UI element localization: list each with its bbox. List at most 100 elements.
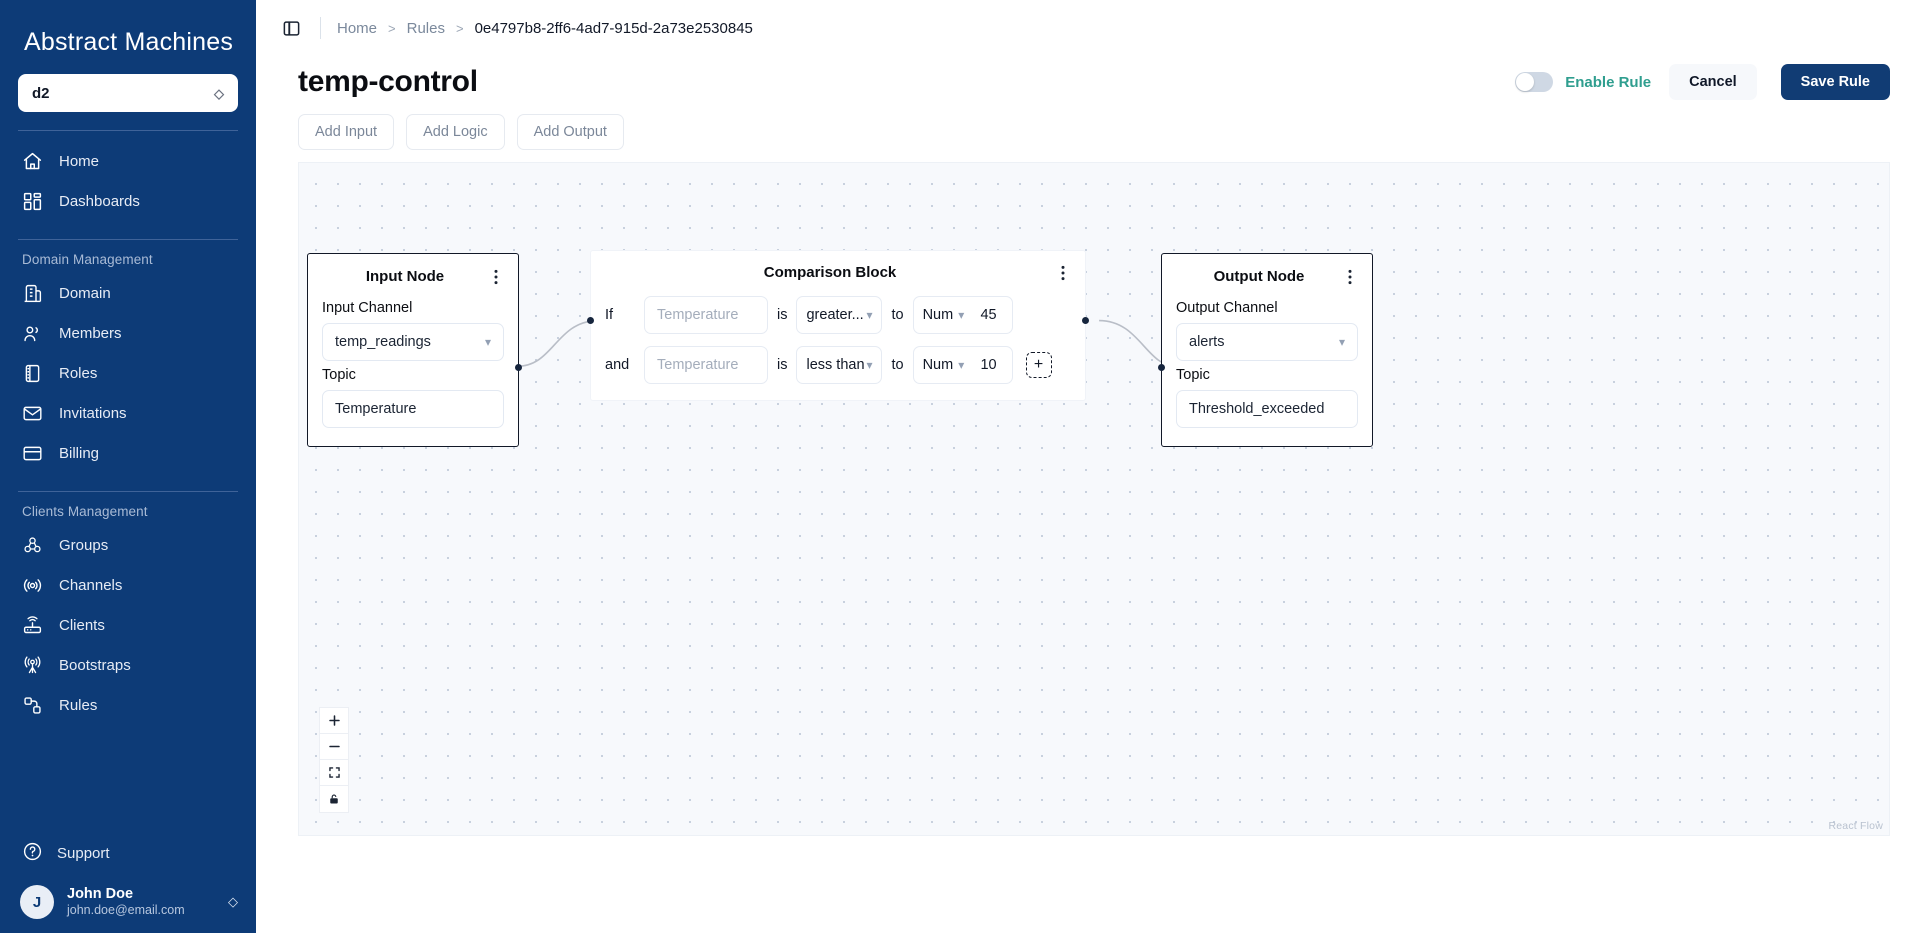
output-node-title: Output Node	[1213, 268, 1305, 285]
condition-field-input[interactable]: Temperature	[644, 296, 768, 334]
condition-value-group: Num ▾ 10	[912, 346, 1013, 384]
add-condition-button[interactable]: +	[1025, 352, 1052, 378]
enable-rule-toggle[interactable]	[1515, 72, 1554, 92]
users-icon	[22, 323, 43, 344]
input-channel-label: Input Channel	[322, 300, 413, 316]
sidebar-item-dashboards[interactable]: Dashboards	[0, 181, 256, 221]
envelope-icon	[22, 403, 43, 424]
add-input-button[interactable]: Add Input	[298, 114, 395, 150]
input-topic-field[interactable]: Temperature	[322, 390, 504, 428]
react-flow-attribution: React Flow	[1828, 820, 1883, 832]
page-title: temp-control	[298, 65, 478, 98]
condition-value-type-select[interactable]: Num ▾	[923, 357, 965, 373]
output-channel-select[interactable]: alerts ▾	[1176, 323, 1358, 361]
avatar: J	[20, 885, 54, 919]
sidebar-item-billing[interactable]: Billing	[0, 433, 256, 473]
add-output-button[interactable]: Add Output	[516, 114, 624, 150]
comparison-block-title: Comparison Block	[763, 264, 897, 281]
comparison-block[interactable]: Comparison Block If Temperature is great…	[587, 251, 1089, 400]
sidebar-item-label: Home	[59, 152, 100, 170]
enable-rule-group: Enable Rule	[1515, 72, 1651, 92]
user-menu[interactable]: J John Doe john.doe@email.com ◇	[0, 873, 256, 919]
sidebar-item-support[interactable]: Support	[0, 833, 256, 873]
output-channel-label: Output Channel	[1176, 300, 1278, 316]
sidebar-item-groups[interactable]: Groups	[0, 525, 256, 565]
topbar-separator	[320, 17, 321, 39]
sidebar-item-members[interactable]: Members	[0, 313, 256, 353]
input-node-output-handle[interactable]	[515, 364, 522, 371]
output-channel-value: alerts	[1189, 334, 1225, 350]
cancel-button[interactable]: Cancel	[1669, 64, 1757, 100]
antenna-icon	[22, 655, 43, 676]
sidebar-item-channels[interactable]: Channels	[0, 565, 256, 605]
input-channel-select[interactable]: temp_readings ▾	[322, 323, 504, 361]
condition-operator-select[interactable]: less than ▾	[796, 346, 883, 384]
condition-value-type-select[interactable]: Num ▾	[923, 307, 965, 323]
sidebar-item-domain[interactable]: Domain	[0, 273, 256, 313]
user-email: john.doe@email.com	[67, 903, 185, 918]
page-header: temp-control Enable Rule Cancel Save Rul…	[256, 56, 1920, 100]
sidebar-item-roles[interactable]: Roles	[0, 353, 256, 393]
condition-value-input[interactable]: 45	[980, 307, 1002, 323]
chevron-down-icon: ▾	[958, 308, 965, 322]
sidebar-item-invitations[interactable]: Invitations	[0, 393, 256, 433]
condition-value-input[interactable]: 10	[980, 357, 1002, 373]
sidebar-item-rules[interactable]: Rules	[0, 685, 256, 725]
domain-selector[interactable]: d2 ◇	[18, 74, 238, 112]
sidebar-item-label: Groups	[59, 536, 109, 554]
kebab-menu-icon[interactable]	[488, 268, 504, 286]
sidebar-section-domain-management: Domain Management	[22, 252, 153, 267]
condition-operator-select[interactable]: greater... ▾	[796, 296, 883, 334]
output-topic-field[interactable]: Threshold_exceeded	[1176, 390, 1358, 428]
lock-button[interactable]	[320, 786, 348, 812]
condition-value-type: Num	[922, 357, 954, 373]
chevron-down-icon: ▾	[484, 335, 491, 349]
comparison-input-handle[interactable]	[587, 317, 594, 324]
save-rule-button[interactable]: Save Rule	[1780, 64, 1890, 100]
breadcrumb-separator: >	[455, 20, 464, 36]
comparison-output-handle[interactable]	[1082, 317, 1089, 324]
broadcast-icon	[22, 575, 43, 596]
sidebar-item-label: Channels	[59, 576, 123, 594]
node-toolbar: Add Input Add Logic Add Output	[256, 100, 1920, 162]
user-name: John Doe	[67, 886, 134, 903]
sidebar-footer: Support J John Doe john.doe@email.com ◇	[0, 833, 256, 933]
sidebar-item-label: Dashboards	[59, 192, 140, 210]
flow-edges	[516, 319, 1177, 368]
output-node-input-handle[interactable]	[1158, 364, 1165, 371]
sidebar-item-label: Clients	[59, 616, 105, 634]
condition-rows: If Temperature is greater... ▾ to Num ▾ …	[591, 286, 1085, 400]
panel-left-icon[interactable]	[280, 17, 302, 39]
input-topic-label: Topic	[322, 367, 356, 383]
sidebar-nav-top: Home Dashboards	[0, 131, 256, 221]
chevron-down-icon: ▾	[866, 308, 873, 322]
main-content: Home > Rules > 0e4797b8-2ff6-4ad7-915d-2…	[256, 0, 1920, 933]
sidebar-item-home[interactable]: Home	[0, 141, 256, 181]
input-node-title: Input Node	[365, 268, 445, 285]
breadcrumb-item-rules[interactable]: Rules	[407, 20, 445, 37]
credit-card-icon	[22, 443, 43, 464]
chevron-updown-icon: ◇	[214, 85, 224, 101]
sidebar-item-clients[interactable]: Clients	[0, 605, 256, 645]
breadcrumb-item-home[interactable]: Home	[337, 20, 377, 37]
kebab-menu-icon[interactable]	[1342, 268, 1358, 286]
flow-canvas[interactable]: Input Node Input Channel temp_readings ▾…	[298, 162, 1890, 836]
output-node[interactable]: Output Node Output Channel alerts ▾ Topi…	[1158, 253, 1373, 447]
canvas-controls	[319, 707, 349, 813]
breadcrumb-separator: >	[388, 20, 396, 36]
zoom-out-button[interactable]	[320, 734, 348, 760]
condition-connector: and	[605, 357, 630, 373]
chevron-down-icon: ▾	[1338, 335, 1345, 349]
sidebar-item-bootstraps[interactable]: Bootstraps	[0, 645, 256, 685]
add-logic-button[interactable]: Add Logic	[406, 114, 505, 150]
condition-operator-value: less than	[806, 357, 865, 373]
canvas-wrapper: Input Node Input Channel temp_readings ▾…	[256, 162, 1920, 933]
dashboards-icon	[22, 191, 43, 212]
zoom-in-button[interactable]	[320, 708, 348, 734]
condition-field-input[interactable]: Temperature	[644, 346, 768, 384]
condition-row: If Temperature is greater... ▾ to Num ▾ …	[605, 296, 1071, 334]
output-topic-label: Topic	[1176, 367, 1210, 383]
kebab-menu-icon[interactable]	[1055, 264, 1071, 282]
input-node[interactable]: Input Node Input Channel temp_readings ▾…	[307, 253, 522, 447]
fit-view-button[interactable]	[320, 760, 348, 786]
